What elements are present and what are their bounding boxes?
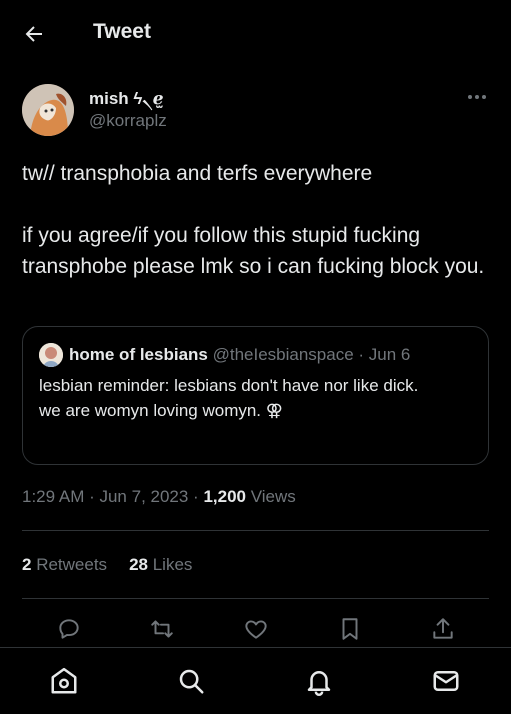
likes-count: 28 [129,555,148,574]
bookmark-icon[interactable] [337,616,363,642]
author-handle[interactable]: @korraplz [89,111,167,131]
quoted-tweet-text: lesbian reminder: lesbians don't have no… [39,373,469,423]
views-label: Views [246,487,296,506]
reply-icon[interactable] [56,616,82,642]
share-icon[interactable] [430,616,456,642]
likes-stat[interactable]: 28 Likes [129,555,192,574]
notifications-icon[interactable] [304,666,334,696]
author-name[interactable]: mish ϟ৲ℯ̫ [89,86,164,114]
tweet-text-line: tw// transphobia and terfs everywhere [22,162,373,185]
tweet-text-line: if you agree/if you follow this stupid f… [22,224,485,278]
home-icon[interactable] [49,666,79,696]
divider [22,598,489,599]
tweet-timestamp: 1:29 AM · Jun 7, 2023 · 1,200 Views [22,487,296,507]
quoted-text-line: lesbian reminder: lesbians don't have no… [39,376,419,395]
author-avatar[interactable] [22,84,74,136]
quoted-author-avatar [39,343,63,367]
likes-label: Likes [147,555,193,574]
bottom-navigation [0,647,511,714]
divider [22,530,489,531]
more-options-icon[interactable] [466,86,488,108]
quoted-text-line: we are womyn loving womyn. ⚢ [39,401,283,420]
tweet-stats: 2 Retweets 28 Likes [22,555,192,575]
search-icon[interactable] [176,666,206,696]
top-bar: Tweet [0,0,511,66]
tweet-text: tw// transphobia and terfs everywhere if… [22,158,492,282]
arrow-left-icon[interactable] [22,22,46,46]
messages-icon[interactable] [431,666,461,696]
retweets-stat[interactable]: 2 Retweets [22,555,107,574]
like-icon[interactable] [243,616,269,642]
quoted-author-meta: @theIesbianspace · Jun 6 [207,345,411,364]
quoted-tweet[interactable]: home of lesbians @theIesbianspace · Jun … [22,326,489,465]
timestamp-text: 1:29 AM · Jun 7, 2023 · [22,487,204,506]
retweets-label: Retweets [31,555,108,574]
retweet-icon[interactable] [149,616,175,642]
quoted-tweet-header: home of lesbians @theIesbianspace · Jun … [69,345,410,365]
quoted-author-name: home of lesbians [69,345,208,364]
views-count: 1,200 [203,487,246,506]
page-title: Tweet [93,20,151,43]
